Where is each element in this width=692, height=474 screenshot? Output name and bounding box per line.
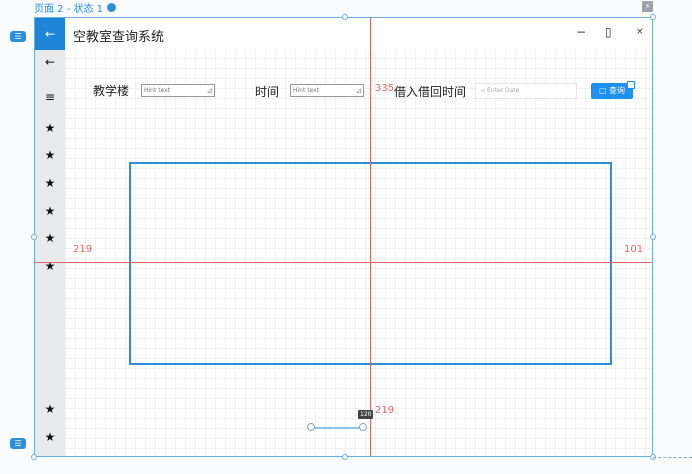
slider-tooltip: 120 (358, 410, 374, 419)
resize-handle-icon: ◿ (207, 87, 212, 94)
minimize-icon[interactable]: − (576, 25, 586, 39)
sidebar-star-icon[interactable]: ★ (35, 121, 65, 135)
building-input-placeholder: Hint text (144, 87, 171, 94)
sidebar-star-icon[interactable]: ★ (35, 402, 65, 416)
dashed-guide (653, 457, 692, 458)
time-input-placeholder: Hint text (293, 87, 320, 94)
app-frame: ← 空教室查询系统 − ▯ × ← ≡ ★ ★ ★ ★ ★ ★ ★ ★ 教学楼 … (34, 17, 653, 457)
time-label: 时间 (255, 85, 280, 99)
vertical-guide-line (370, 18, 371, 456)
selection-handle[interactable] (650, 234, 656, 240)
resize-corner-icon (627, 81, 635, 89)
close-icon[interactable]: × (636, 27, 644, 37)
date-input-placeholder: Enter Date (487, 87, 520, 94)
time-input[interactable]: Hint text ◿ (290, 84, 364, 97)
calendar-icon: ▫ (481, 87, 486, 94)
horizontal-guide-line (35, 262, 652, 263)
measure-top: 335 (375, 83, 395, 94)
selection-handle[interactable] (342, 14, 348, 20)
selection-handle[interactable] (31, 454, 37, 460)
sidebar: ← ≡ ★ ★ ★ ★ ★ ★ ★ ★ (35, 50, 65, 456)
sidebar-star-icon[interactable]: ★ (35, 430, 65, 444)
selection-handle[interactable] (650, 14, 656, 20)
annotation-marker-top-icon[interactable]: ☰ (10, 31, 26, 42)
sidebar-back-icon[interactable]: ← (35, 55, 65, 69)
app-title: 空教室查询系统 (73, 30, 165, 45)
selection-handle[interactable] (31, 234, 37, 240)
return-time-label: 借入借回时间 (394, 85, 467, 99)
date-input[interactable]: ▫ Enter Date (475, 83, 577, 99)
annotation-marker-bottom-icon[interactable]: ☰ (10, 438, 26, 449)
title-bar: 空教室查询系统 − ▯ × (65, 18, 652, 50)
state-badge-icon (107, 3, 117, 12)
lightning-icon[interactable]: ⚡ (642, 1, 653, 12)
query-button[interactable]: ▢ 查询 (591, 81, 635, 99)
back-arrow-icon[interactable]: ← (35, 18, 65, 50)
page-state-label[interactable]: 页面 2 - 状态 1 (34, 0, 117, 15)
slider-track[interactable] (311, 427, 363, 429)
sidebar-star-icon[interactable]: ★ (35, 176, 65, 190)
sidebar-menu-icon[interactable]: ≡ (35, 90, 65, 104)
slider-start-handle[interactable] (307, 423, 315, 431)
measure-left: 219 (73, 244, 93, 255)
search-icon: ▢ (598, 86, 610, 95)
building-input[interactable]: Hint text ◿ (141, 84, 215, 97)
sidebar-star-icon[interactable]: ★ (35, 231, 65, 245)
page-state-text: 页面 2 - 状态 1 (34, 4, 104, 15)
query-button-label: 查询 (609, 86, 626, 95)
sidebar-star-icon[interactable]: ★ (35, 148, 65, 162)
sidebar-star-icon[interactable]: ★ (35, 204, 65, 218)
slider-end-handle[interactable] (359, 423, 367, 431)
maximize-icon[interactable]: ▯ (605, 25, 612, 39)
measure-bottom: 219 (375, 405, 395, 416)
resize-handle-icon: ◿ (356, 87, 361, 94)
building-label: 教学楼 (93, 84, 130, 98)
selection-handle[interactable] (342, 454, 348, 460)
design-canvas: 页面 2 - 状态 1 ⚡ ☰ ☰ ← 空教室查询系统 − ▯ × ← ≡ ★ … (0, 0, 692, 474)
measure-right: 101 (624, 244, 644, 255)
